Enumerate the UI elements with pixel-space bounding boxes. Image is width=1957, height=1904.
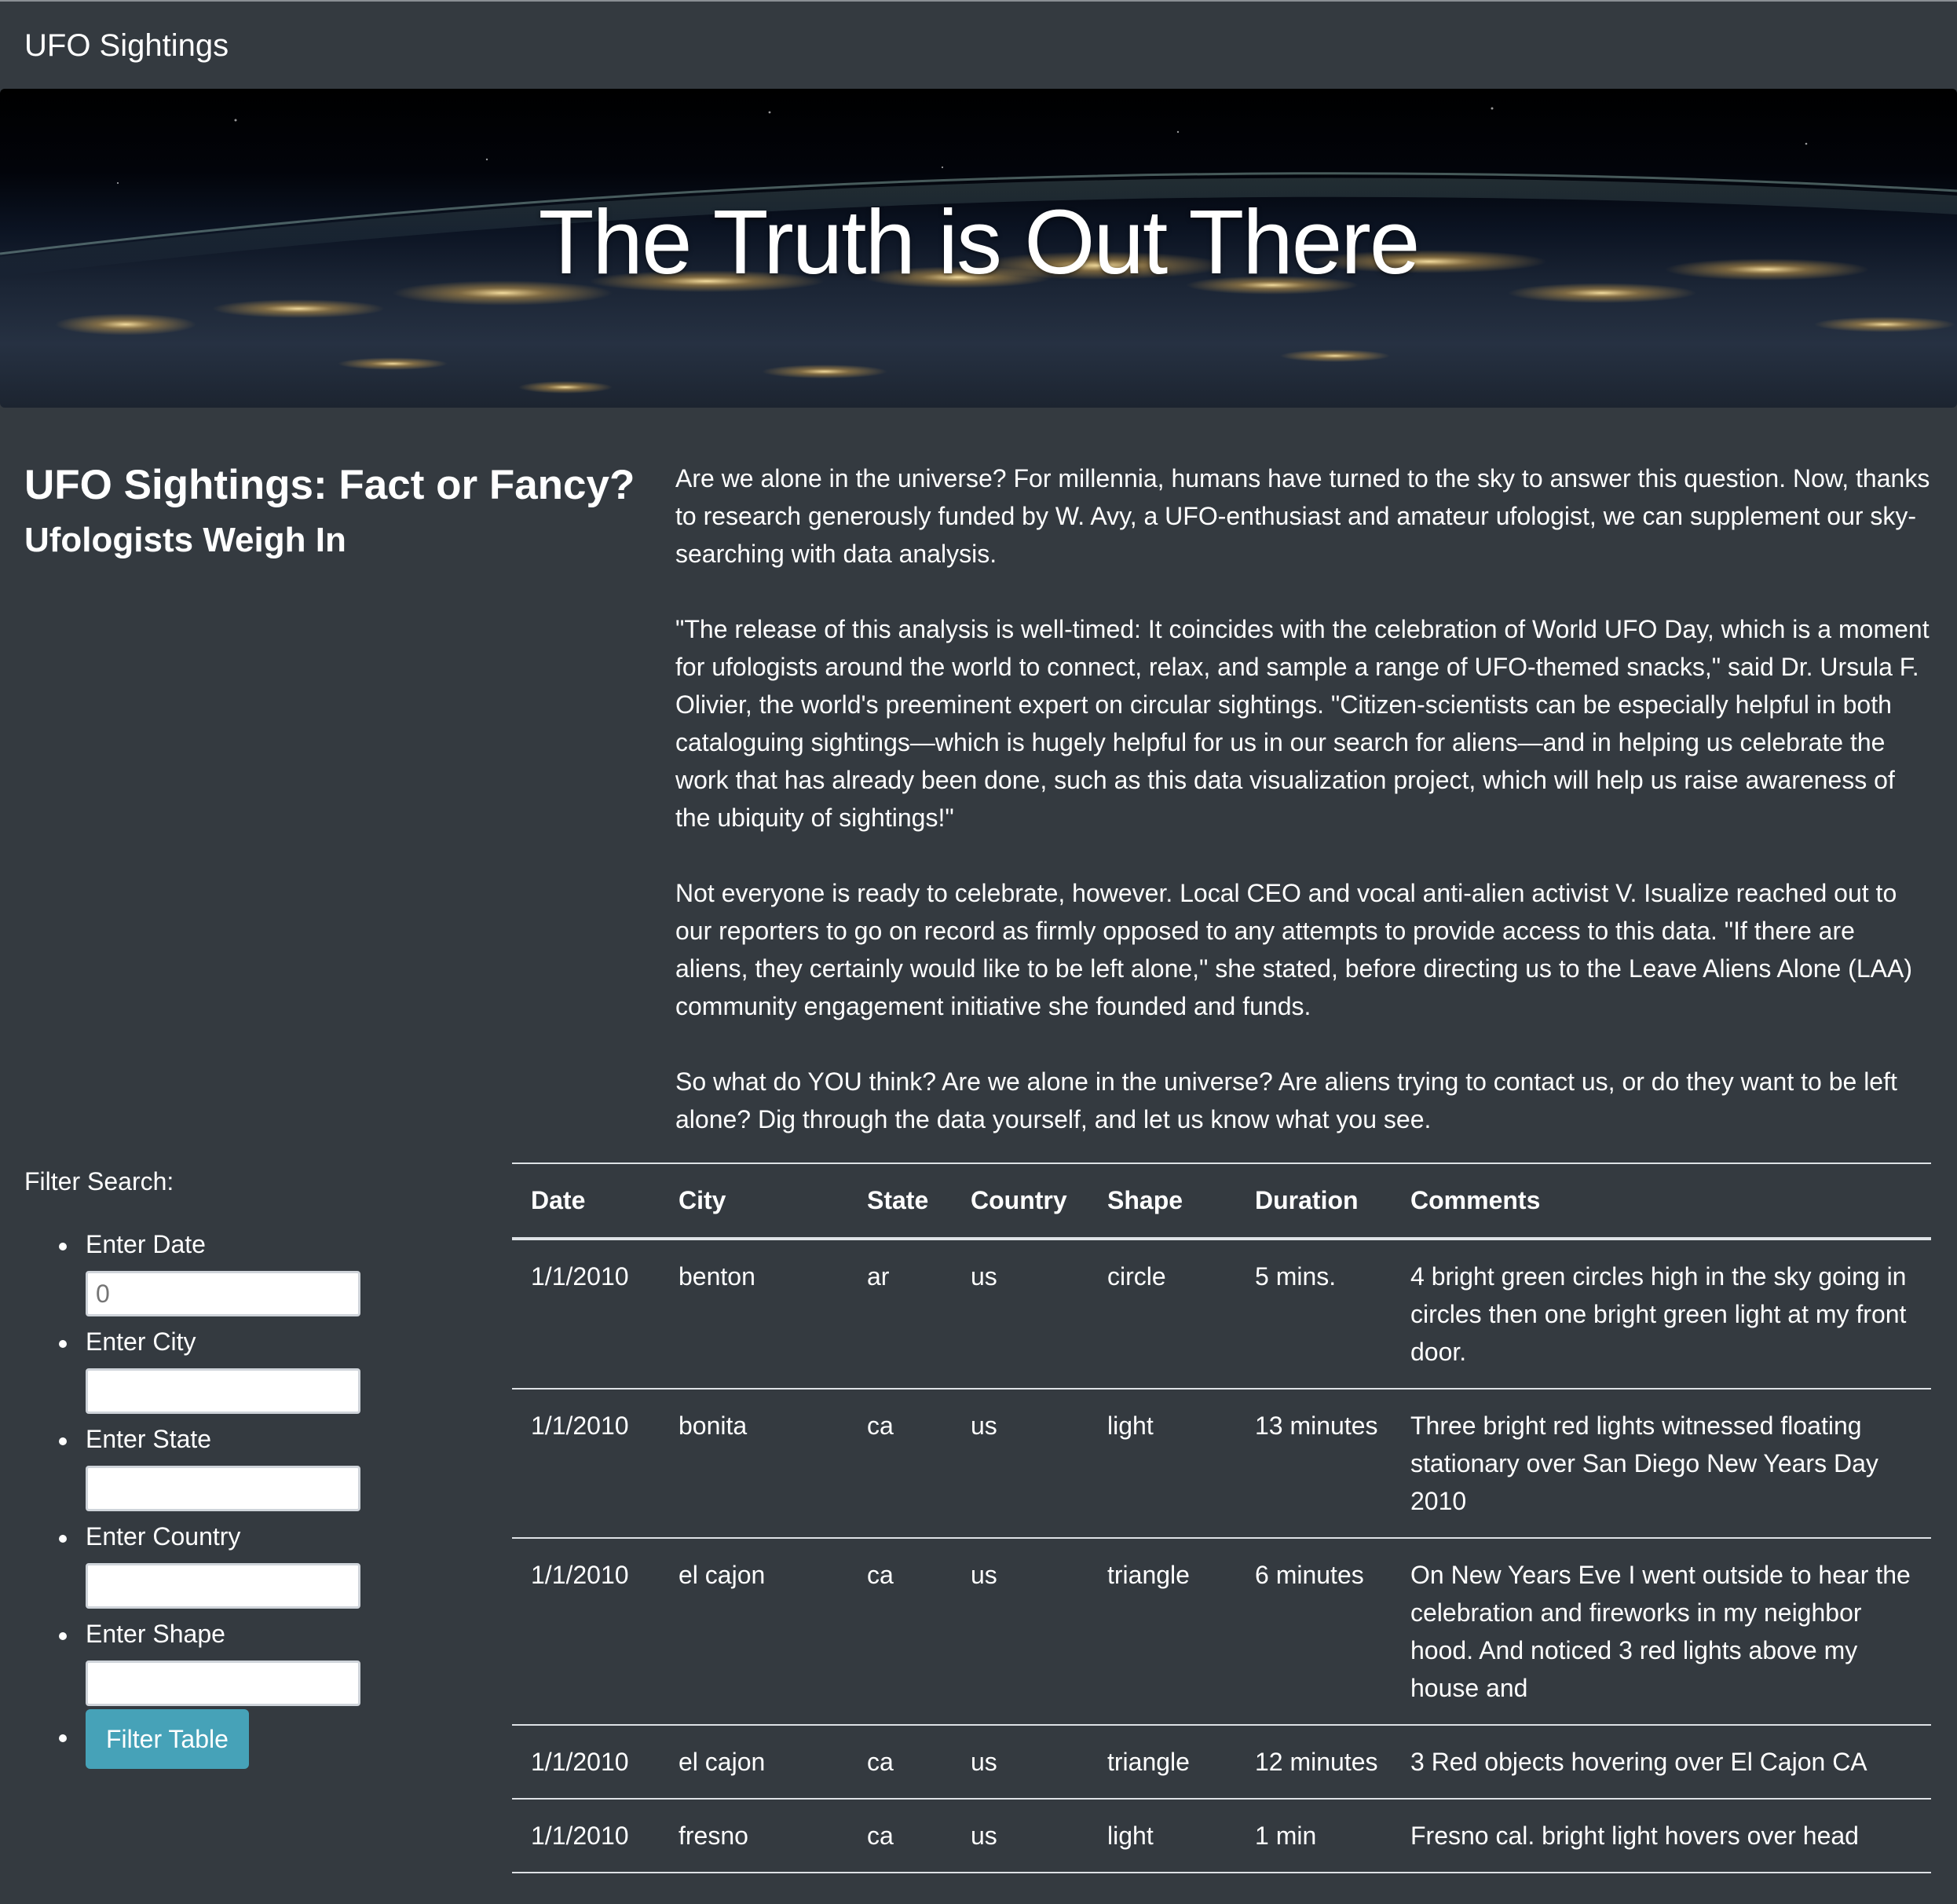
article-title: UFO Sightings: Fact or Fancy? [24,462,635,508]
sightings-table: Date City State Country Shape Duration C… [512,1163,1931,1873]
duration-cell: 5 mins. [1255,1262,1337,1291]
state-cell: ca [867,1412,894,1440]
city-input[interactable] [86,1368,360,1414]
date-cell: 1/1/2010 [531,1412,629,1440]
comments-cell: 4 bright green circles high in the sky g… [1410,1262,1907,1366]
shape-cell: light [1107,1412,1154,1440]
shape-cell: circle [1107,1262,1166,1291]
article-paragraph: So what do YOU think? Are we alone in th… [675,1067,1897,1133]
date-input[interactable] [86,1271,360,1316]
article-subtitle: Ufologists Weigh In [24,521,346,559]
filter-button-item: Filter Table [24,1709,401,1775]
column-header-comments: Comments [1410,1186,1541,1214]
date-cell: 1/1/2010 [531,1748,629,1776]
state-cell: ar [867,1262,890,1291]
city-cell: el cajon [679,1748,766,1776]
table-header-row: Date City State Country Shape Duration C… [512,1163,1931,1239]
table-row: 1/1/2010 fresno ca us light 1 min Fresno… [512,1799,1931,1873]
column-header-date: Date [531,1186,586,1214]
date-cell: 1/1/2010 [531,1561,629,1589]
filter-state-item: Enter State [24,1420,401,1518]
shape-input[interactable] [86,1661,360,1706]
column-header-city: City [679,1186,726,1214]
country-cell: us [971,1748,997,1776]
state-input[interactable] [86,1466,360,1511]
state-cell: ca [867,1822,894,1850]
country-cell: us [971,1262,997,1291]
article-paragraph: Are we alone in the universe? For millen… [675,464,1930,568]
filter-search-label: Filter Search: [24,1167,174,1195]
shape-cell: light [1107,1822,1154,1850]
city-field-label: Enter City [86,1327,196,1356]
duration-cell: 13 minutes [1255,1412,1378,1440]
hero-title: The Truth is Out There [538,191,1421,293]
article-paragraph: Not everyone is ready to celebrate, howe… [675,879,1912,1020]
duration-cell: 1 min [1255,1822,1317,1850]
duration-cell: 12 minutes [1255,1748,1378,1776]
comments-cell: Fresno cal. bright light hovers over hea… [1410,1822,1859,1850]
column-header-state: State [867,1186,929,1214]
city-cell: fresno [679,1822,748,1850]
column-header-shape: Shape [1107,1186,1183,1214]
table-row: 1/1/2010 el cajon ca us triangle 6 minut… [512,1538,1931,1725]
navbar-brand-link[interactable]: UFO Sightings [24,25,229,66]
date-cell: 1/1/2010 [531,1262,629,1291]
country-cell: us [971,1822,997,1850]
filter-table-button[interactable]: Filter Table [86,1709,249,1769]
table-row: 1/1/2010 benton ar us circle 5 mins. 4 b… [512,1239,1931,1389]
table-body: 1/1/2010 benton ar us circle 5 mins. 4 b… [512,1239,1931,1873]
country-input[interactable] [86,1563,360,1609]
hero-banner: The Truth is Out There [0,89,1957,408]
country-cell: us [971,1561,997,1589]
shape-cell: triangle [1107,1748,1190,1776]
filter-date-item: Enter Date [24,1225,401,1323]
date-field-label: Enter Date [86,1230,206,1258]
filter-shape-item: Enter Shape [24,1615,401,1712]
shape-field-label: Enter Shape [86,1620,225,1648]
shape-cell: triangle [1107,1561,1190,1589]
comments-cell: Three bright red lights witnessed floati… [1410,1412,1878,1515]
state-cell: ca [867,1561,894,1589]
table-row: 1/1/2010 bonita ca us light 13 minutes T… [512,1389,1931,1538]
state-field-label: Enter State [86,1425,212,1453]
duration-cell: 6 minutes [1255,1561,1364,1589]
article-paragraph: "The release of this analysis is well-ti… [675,615,1930,832]
comments-cell: On New Years Eve I went outside to hear … [1410,1561,1911,1702]
article-body: Are we alone in the universe? For millen… [675,460,1932,1176]
sightings-table-container: Date City State Country Shape Duration C… [512,1163,1931,1873]
state-cell: ca [867,1748,894,1776]
table-header: Date City State Country Shape Duration C… [512,1163,1931,1239]
filter-city-item: Enter City [24,1323,401,1420]
city-cell: el cajon [679,1561,766,1589]
filter-country-item: Enter Country [24,1518,401,1615]
country-field-label: Enter Country [86,1522,241,1551]
comments-cell: 3 Red objects hovering over El Cajon CA [1410,1748,1867,1776]
date-cell: 1/1/2010 [531,1822,629,1850]
city-cell: benton [679,1262,755,1291]
city-cell: bonita [679,1412,748,1440]
country-cell: us [971,1412,997,1440]
top-navbar: UFO Sightings [0,0,1957,89]
filter-form: Enter Date Enter City Enter State Enter … [24,1225,401,1775]
column-header-country: Country [971,1186,1067,1214]
table-row: 1/1/2010 el cajon ca us triangle 12 minu… [512,1725,1931,1799]
column-header-duration: Duration [1255,1186,1359,1214]
